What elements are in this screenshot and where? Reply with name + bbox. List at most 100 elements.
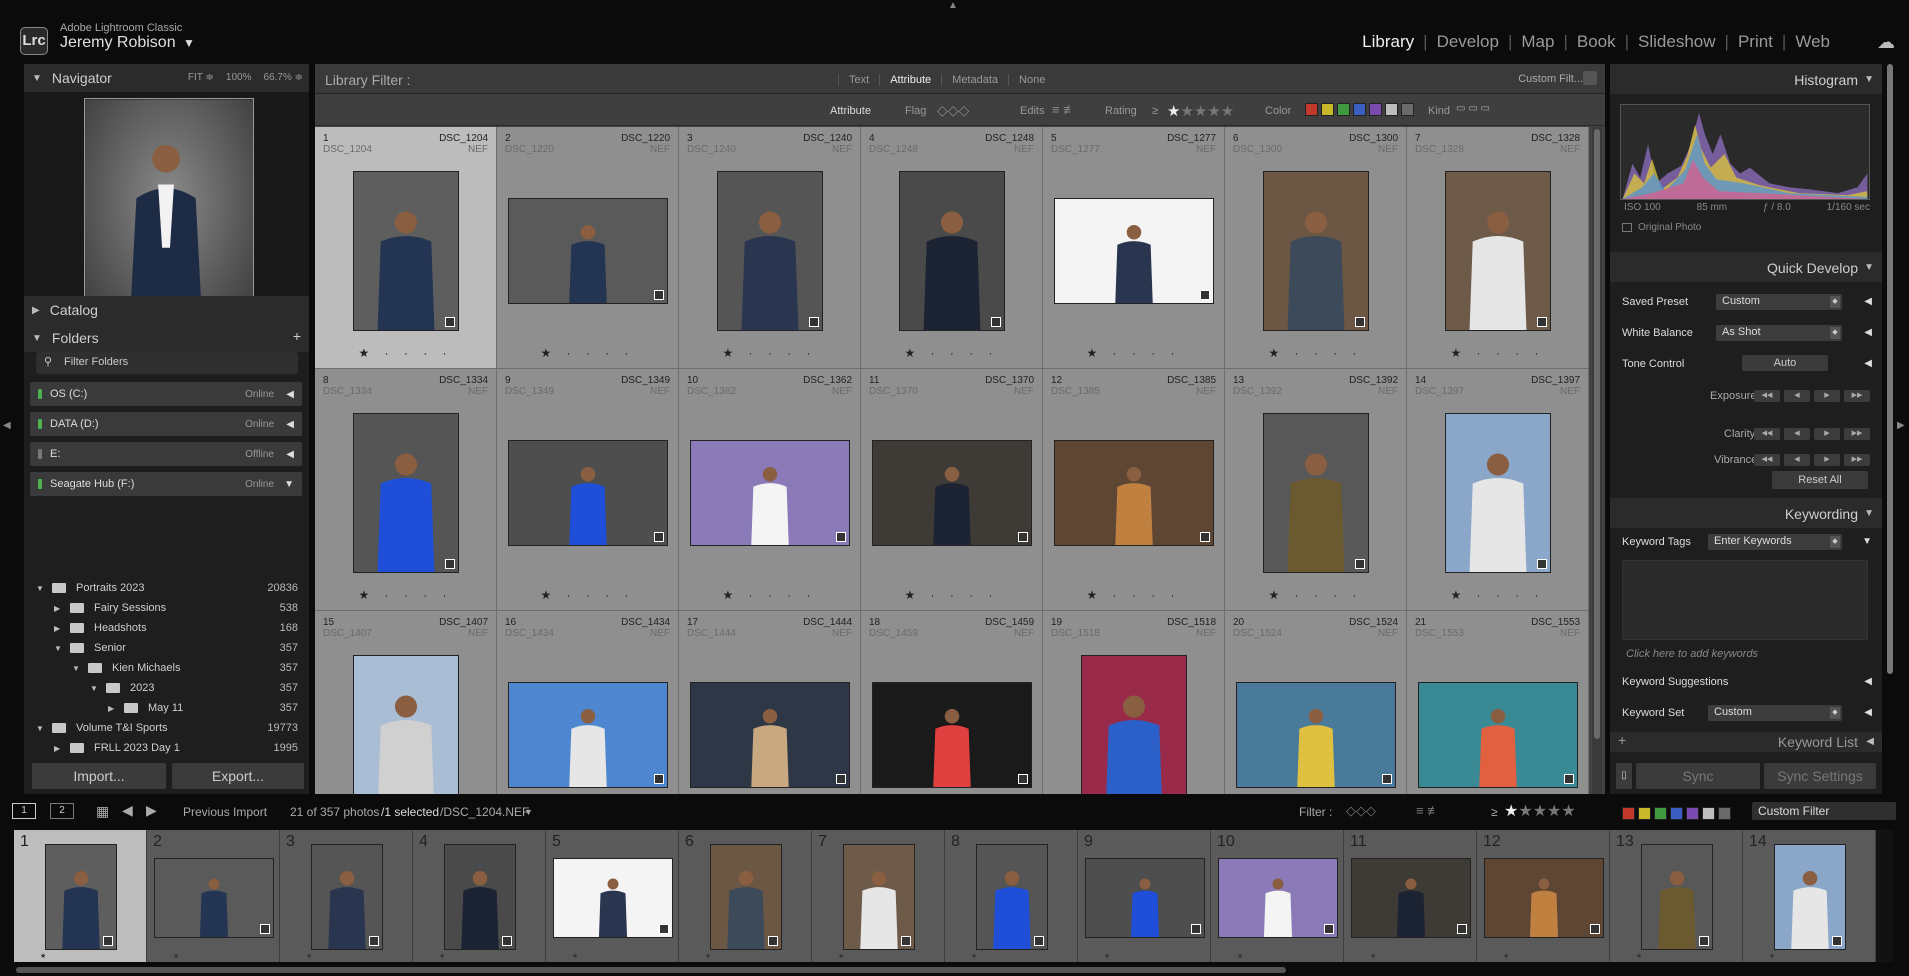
color-swatch[interactable] — [1718, 807, 1731, 821]
filter-tab-attribute[interactable]: Attribute — [879, 74, 941, 86]
cell-rating[interactable]: ★ · · · · — [861, 588, 1042, 602]
cell-rating[interactable]: ★ · · · · — [1043, 588, 1224, 602]
import-button[interactable]: Import... — [32, 763, 166, 789]
disclosure-triangle-icon[interactable]: ▼ — [72, 664, 80, 673]
expand-triangle-icon[interactable]: ◀ — [1864, 676, 1872, 687]
color-swatch[interactable] — [1638, 807, 1651, 821]
filmstrip-cell[interactable]: 7 ★ — [812, 830, 945, 962]
top-panel-toggle-icon[interactable]: ▲ — [948, 0, 958, 11]
primary-window-button[interactable]: 1 — [12, 803, 36, 819]
add-keywords-hint[interactable]: Click here to add keywords — [1626, 648, 1758, 660]
chevron-down-icon[interactable]: ▼ — [183, 36, 195, 50]
histogram-graph[interactable] — [1620, 104, 1870, 200]
photo-thumbnail[interactable] — [353, 171, 459, 331]
grid-cell[interactable]: 14 DSC_1397 DSC_1397 NEF ★ · · · · — [1407, 369, 1589, 611]
grid-cell[interactable]: 19 DSC_1518 DSC_1518 NEF — [1043, 611, 1225, 794]
cell-rating[interactable]: ★ · · · · — [1407, 588, 1588, 602]
grid-cell[interactable]: 4 DSC_1248 DSC_1248 NEF ★ · · · · — [861, 127, 1043, 369]
color-swatch[interactable] — [1353, 103, 1366, 116]
filmstrip-thumbnail[interactable] — [1774, 844, 1846, 950]
photo-thumbnail[interactable] — [872, 682, 1032, 788]
cell-rating[interactable]: ★ · · · · — [1225, 346, 1406, 360]
filmstrip-thumbnail[interactable] — [710, 844, 782, 950]
rating-operator[interactable]: ≥ — [1152, 105, 1158, 117]
color-swatch[interactable] — [1321, 103, 1334, 116]
reset-all-button[interactable]: Reset All — [1772, 471, 1868, 489]
white-balance-select[interactable]: As Shot ◆ — [1716, 325, 1842, 341]
keyword-tags-textarea[interactable] — [1622, 560, 1868, 640]
expand-triangle-icon[interactable]: ◀ — [1864, 296, 1872, 307]
module-slideshow[interactable]: Slideshow — [1629, 32, 1725, 52]
zoom-100[interactable]: 100% — [226, 72, 252, 83]
add-folder-button[interactable]: + — [293, 328, 301, 344]
expand-triangle-icon[interactable]: ◀ — [286, 419, 294, 430]
disclosure-triangle-icon[interactable]: ▼ — [54, 644, 62, 653]
rating-operator[interactable]: ≥ — [1491, 805, 1498, 819]
user-name[interactable]: Jeremy Robison — [60, 34, 176, 52]
folder-row[interactable]: ▼ Portraits 2023 20836 — [30, 578, 302, 598]
sync-button[interactable]: Sync — [1636, 763, 1760, 789]
left-panel-toggle-icon[interactable]: ◀ — [3, 420, 11, 431]
disclosure-triangle-icon[interactable]: ▼ — [36, 724, 44, 733]
filmstrip-cell[interactable]: 13 ★ — [1610, 830, 1743, 962]
photo-thumbnail[interactable] — [508, 682, 668, 788]
keywording-header[interactable]: Keywording ▼ — [1610, 498, 1882, 528]
grid-cell[interactable]: 9 DSC_1349 DSC_1349 NEF ★ · · · · — [497, 369, 679, 611]
color-swatch[interactable] — [1385, 103, 1398, 116]
grid-cell[interactable]: 2 DSC_1220 DSC_1220 NEF ★ · · · · — [497, 127, 679, 369]
collapse-triangle-icon[interactable]: ▼ — [1864, 74, 1874, 85]
expand-triangle-icon[interactable]: ◀ — [1864, 327, 1872, 338]
edits-filter-icons[interactable]: ≡ ≢ — [1052, 102, 1076, 117]
folder-row[interactable]: ▶ Fairy Sessions 538 — [30, 598, 302, 618]
flag-filter-icons[interactable]: ◇◇◇ — [1346, 803, 1376, 819]
photo-thumbnail[interactable] — [872, 440, 1032, 546]
grid-cell[interactable]: 20 DSC_1524 DSC_1524 NEF — [1225, 611, 1407, 794]
keyword-suggestions-row[interactable]: Keyword Suggestions ◀ — [1610, 670, 1882, 696]
vibrance-steppers[interactable]: ◀◀ ◀ ▶ ▶▶ — [1754, 454, 1870, 466]
collapse-triangle-icon[interactable]: ▼ — [1864, 508, 1874, 519]
filter-tab-text[interactable]: Text — [838, 74, 879, 86]
filmstrip-thumbnail[interactable] — [154, 858, 274, 938]
filmstrip-thumbnail[interactable] — [976, 844, 1048, 950]
photo-thumbnail[interactable] — [690, 440, 850, 546]
original-photo-checkbox[interactable]: Original Photo — [1622, 222, 1701, 233]
folder-row[interactable]: ▶ FRLL 2023 Day 1 1995 — [30, 738, 302, 758]
photo-thumbnail[interactable] — [508, 198, 668, 304]
disclosure-triangle-icon[interactable]: ▶ — [54, 744, 62, 753]
filter-preset-select[interactable]: Custom Filter — [1752, 802, 1896, 820]
volume-row[interactable]: E: Offline ◀ — [30, 442, 302, 466]
color-label-filters[interactable] — [1622, 806, 1734, 821]
filmstrip-cell[interactable]: 14 ★ — [1743, 830, 1876, 962]
filmstrip-thumbnail[interactable] — [1641, 844, 1713, 950]
grid-cell[interactable]: 21 DSC_1553 DSC_1553 NEF — [1407, 611, 1589, 794]
module-book[interactable]: Book — [1568, 32, 1625, 52]
filter-tab-none[interactable]: None — [1008, 74, 1055, 86]
selected-file[interactable]: /DSC_1204.NEF — [440, 805, 529, 819]
export-button[interactable]: Export... — [172, 763, 304, 789]
photo-thumbnail[interactable] — [353, 413, 459, 573]
cell-rating[interactable]: ★ · · · · — [315, 346, 496, 360]
clarity-steppers[interactable]: ◀◀ ◀ ▶ ▶▶ — [1754, 428, 1870, 440]
module-develop[interactable]: Develop — [1428, 32, 1508, 52]
cell-rating[interactable]: ★ · · · · — [679, 346, 860, 360]
keyword-tags-select[interactable]: Enter Keywords ◆ — [1708, 534, 1842, 550]
grid-cell[interactable]: 17 DSC_1444 DSC_1444 NEF — [679, 611, 861, 794]
color-swatch[interactable] — [1670, 807, 1683, 821]
saved-preset-select[interactable]: Custom ◆ — [1716, 294, 1842, 310]
disclosure-triangle-icon[interactable]: ▼ — [36, 584, 44, 593]
grid-cell[interactable]: 15 DSC_1407 DSC_1407 NEF — [315, 611, 497, 794]
auto-sync-toggle[interactable]: ▯ — [1616, 763, 1632, 789]
filmstrip-cell[interactable]: 9 ★ — [1078, 830, 1211, 962]
auto-tone-button[interactable]: Auto — [1742, 355, 1828, 371]
filmstrip-cell[interactable]: 5 ★ — [546, 830, 679, 962]
collapse-triangle-icon[interactable]: ▼ — [1862, 536, 1872, 547]
grid-cell[interactable]: 13 DSC_1392 DSC_1392 NEF ★ · · · · — [1225, 369, 1407, 611]
color-swatch[interactable] — [1305, 103, 1318, 116]
filmstrip-cell[interactable]: 8 ★ — [945, 830, 1078, 962]
cell-rating[interactable]: ★ · · · · — [1225, 588, 1406, 602]
folder-row[interactable]: ▼ Volume T&I Sports 19773 — [30, 718, 302, 738]
filmstrip-thumbnail[interactable] — [45, 844, 117, 950]
expand-triangle-icon[interactable]: ◀ — [286, 389, 294, 400]
keyword-set-select[interactable]: Custom ◆ — [1708, 705, 1842, 721]
filmstrip-scrollbar[interactable] — [14, 966, 1894, 974]
